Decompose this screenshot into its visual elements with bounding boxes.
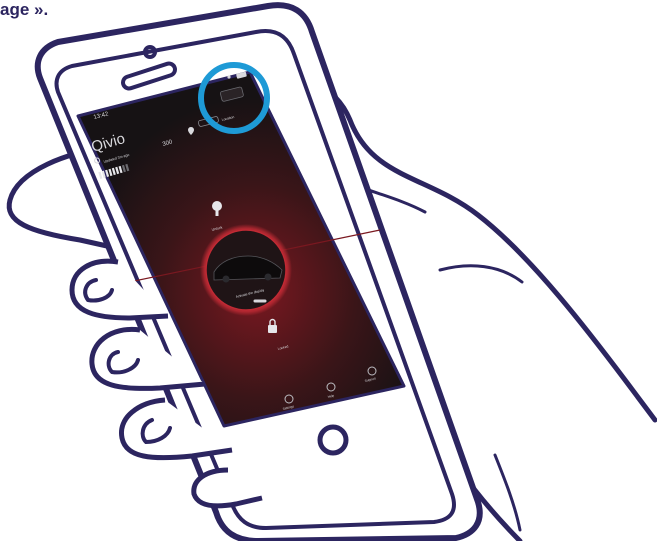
- wifi-icon: [227, 75, 231, 79]
- car-wheel: [222, 275, 230, 283]
- lock-icon-body[interactable]: [268, 325, 277, 333]
- unlock-pin-stem: [215, 208, 219, 216]
- phone-in-hand-illustration: 13:42 Qivio Updated 3m ago 300 Location …: [6, 2, 657, 541]
- home-button[interactable]: [317, 424, 349, 456]
- car-wheel: [264, 273, 272, 281]
- palm-crease: [438, 264, 524, 284]
